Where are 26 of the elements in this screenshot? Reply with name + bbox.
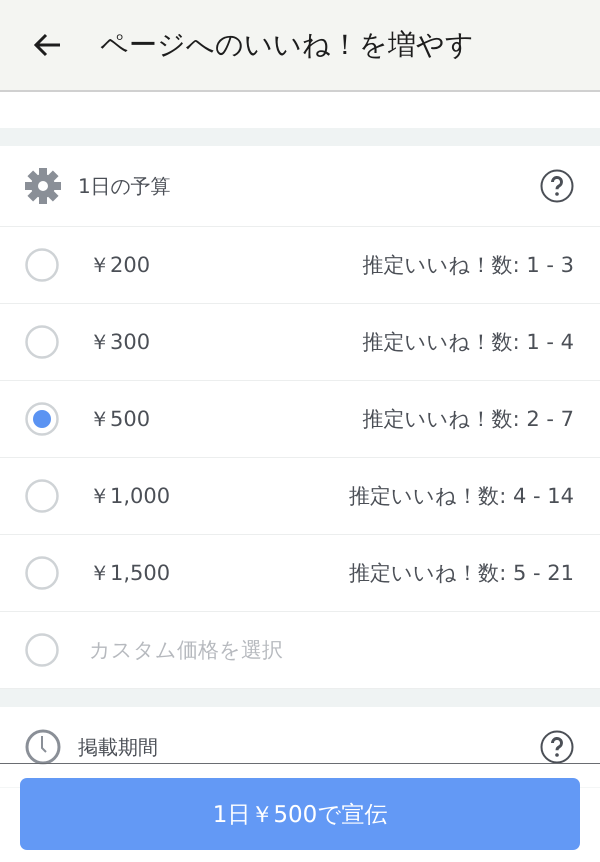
estimate-text: 推定いいね！数: 1 - 4 <box>362 329 574 356</box>
help-icon[interactable] <box>540 730 574 764</box>
option-label: カスタム価格を選択 <box>89 637 284 664</box>
help-icon[interactable] <box>540 169 574 203</box>
price-label: ￥200 <box>89 252 152 279</box>
estimate-text: 推定いいね！数: 2 - 7 <box>362 406 574 433</box>
price-label: ￥1,500 <box>89 560 172 587</box>
section-title: 掲載期間 <box>78 734 159 760</box>
section-title: 1日の予算 <box>78 172 172 200</box>
estimate-text: 推定いいね！数: 5 - 21 <box>349 560 574 587</box>
price-label: ￥1,000 <box>89 483 172 510</box>
radio-button[interactable] <box>25 479 59 513</box>
estimate-text: 推定いいね！数: 4 - 14 <box>349 483 574 510</box>
radio-button[interactable] <box>25 325 59 359</box>
radio-button[interactable] <box>25 402 59 436</box>
back-icon[interactable] <box>32 33 62 57</box>
radio-button[interactable] <box>25 556 59 590</box>
price-label: ￥300 <box>89 329 152 356</box>
radio-button[interactable] <box>25 248 59 282</box>
promote-button[interactable]: 1日￥500で宣伝 <box>20 778 580 850</box>
radio-button[interactable] <box>25 633 59 667</box>
clock-icon <box>24 728 62 766</box>
gear-icon <box>24 167 62 205</box>
page-title: ページへのいいね！を増やす <box>100 27 474 63</box>
price-label: ￥500 <box>89 406 152 433</box>
estimate-text: 推定いいね！数: 1 - 3 <box>362 252 574 279</box>
